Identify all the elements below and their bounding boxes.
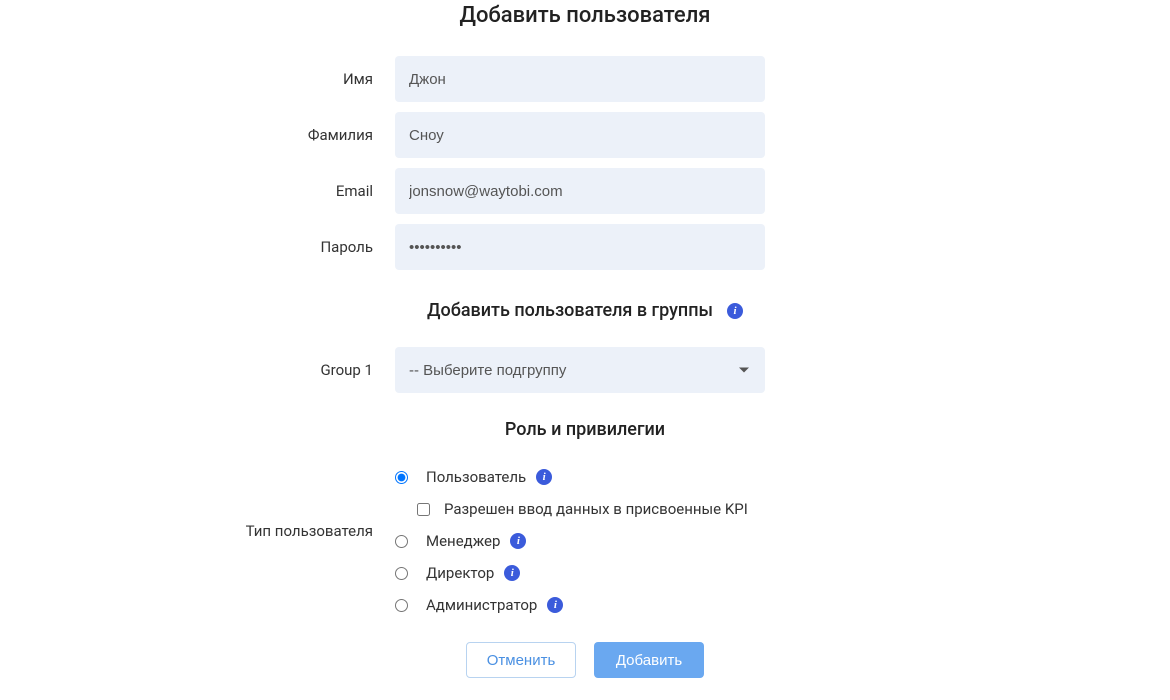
- last-name-input[interactable]: [395, 112, 765, 158]
- group1-select[interactable]: -- Выберите подгруппу: [395, 347, 765, 393]
- page-title: Добавить пользователя: [0, 3, 1170, 28]
- role-director-label: Директор: [426, 564, 494, 582]
- group1-select-wrap: -- Выберите подгруппу: [395, 347, 765, 393]
- role-admin-row: Администратор i: [395, 596, 795, 614]
- first-name-row: Имя: [0, 56, 1170, 102]
- info-icon[interactable]: i: [504, 565, 520, 581]
- submit-button[interactable]: Добавить: [594, 642, 704, 678]
- role-user-row: Пользователь i: [395, 468, 795, 486]
- email-input[interactable]: [395, 168, 765, 214]
- first-name-label: Имя: [0, 70, 395, 88]
- password-label: Пароль: [0, 238, 395, 256]
- role-manager-row: Менеджер i: [395, 532, 795, 550]
- groups-header: Добавить пользователя в группы: [427, 300, 713, 321]
- role-director-radio[interactable]: [395, 567, 408, 580]
- add-user-form: Добавить пользователя Имя Фамилия Email …: [0, 0, 1170, 678]
- email-row: Email: [0, 168, 1170, 214]
- first-name-input[interactable]: [395, 56, 765, 102]
- password-input[interactable]: [395, 224, 765, 270]
- role-admin-label: Администратор: [426, 596, 537, 614]
- group1-label: Group 1: [0, 361, 395, 379]
- info-icon[interactable]: i: [727, 303, 743, 319]
- info-icon[interactable]: i: [510, 533, 526, 549]
- role-options: Пользователь i Разрешен ввод данных в пр…: [395, 468, 795, 614]
- role-user-label: Пользователь: [426, 468, 526, 486]
- last-name-row: Фамилия: [0, 112, 1170, 158]
- info-icon[interactable]: i: [547, 597, 563, 613]
- role-admin-radio[interactable]: [395, 599, 408, 612]
- info-icon[interactable]: i: [536, 469, 552, 485]
- role-manager-radio[interactable]: [395, 535, 408, 548]
- buttons-row: Отменить Добавить: [0, 642, 1170, 678]
- password-row: Пароль: [0, 224, 1170, 270]
- last-name-label: Фамилия: [0, 126, 395, 144]
- role-user-kpi-label: Разрешен ввод данных в присвоенные KPI: [444, 500, 748, 518]
- role-manager-label: Менеджер: [426, 532, 500, 550]
- user-type-label: Тип пользователя: [0, 468, 395, 540]
- group1-row: Group 1 -- Выберите подгруппу: [0, 347, 1170, 393]
- email-label: Email: [0, 182, 395, 200]
- cancel-button[interactable]: Отменить: [466, 642, 576, 678]
- groups-header-row: Добавить пользователя в группы i: [0, 300, 1170, 321]
- role-user-kpi-row: Разрешен ввод данных в присвоенные KPI: [417, 500, 795, 518]
- role-director-row: Директор i: [395, 564, 795, 582]
- role-section: Тип пользователя Пользователь i Разрешен…: [0, 468, 1170, 614]
- role-user-kpi-checkbox[interactable]: [417, 503, 430, 516]
- role-user-radio[interactable]: [395, 471, 408, 484]
- roles-header: Роль и привилегии: [0, 419, 1170, 440]
